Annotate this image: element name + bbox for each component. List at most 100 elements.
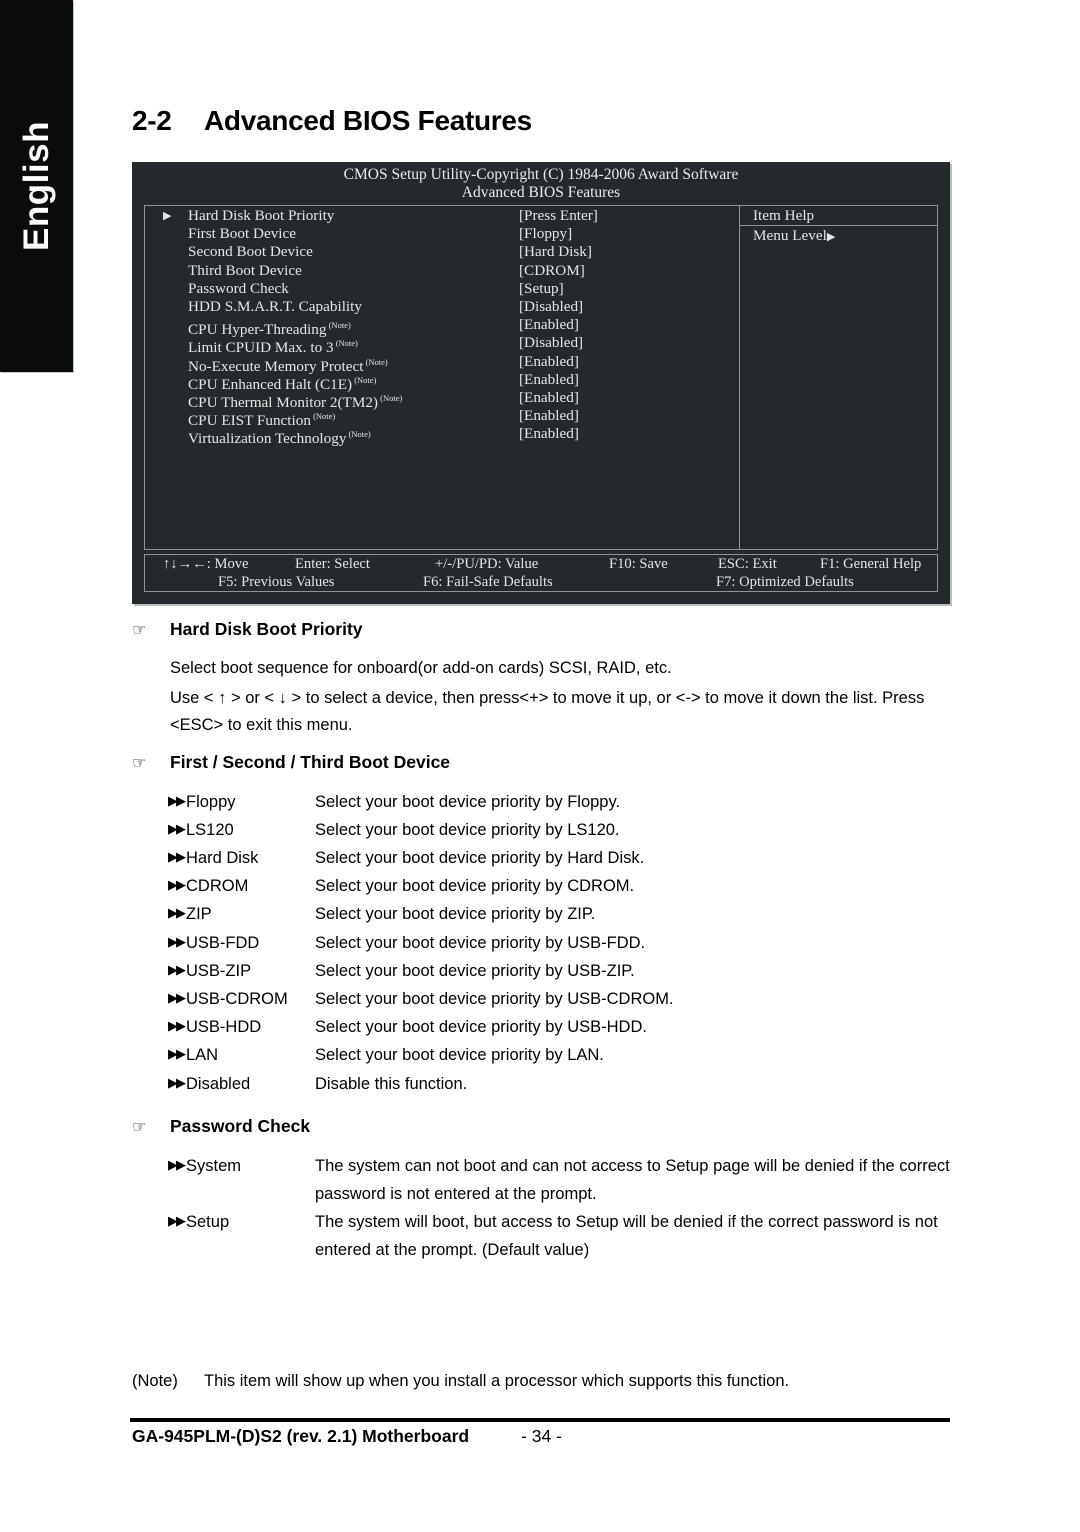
bios-setting-row[interactable]: No-Execute Memory Protect (Note) [Enabled…: [145, 353, 739, 375]
bios-setting-value[interactable]: [Enabled]: [519, 425, 579, 443]
bios-setting-label: Third Boot Device: [188, 261, 302, 279]
option-description: Select your boot device priority by CDRO…: [315, 877, 635, 896]
bios-setting-row[interactable]: Virtualization Technology (Note) [Enabled…: [145, 425, 739, 447]
key-legend-item: ↑↓→←: Move: [163, 556, 249, 572]
bios-setting-value[interactable]: [Setup]: [519, 280, 564, 298]
option-description: The system can not boot and can not acce…: [315, 1156, 950, 1203]
key-legend-line-1: ↑↓→←: Move Enter: Select +/-/PU/PD: Value F…: [145, 555, 937, 573]
pointing-hand-icon: ☞: [132, 620, 147, 639]
option-description: Select your boot device priority by Flop…: [315, 792, 621, 811]
section-heading: ☞ Hard Disk Boot Priority: [132, 619, 363, 640]
option-description: Select your boot device priority by LS12…: [315, 820, 620, 839]
note-superscript: (Note): [363, 356, 388, 367]
key-legend-item: +/-/PU/PD: Value: [435, 556, 539, 572]
option-name: System: [186, 1156, 242, 1175]
double-arrow-bullet-icon: ▶▶: [168, 1214, 186, 1230]
bios-key-legend: ↑↓→←: Move Enter: Select +/-/PU/PD: Value F…: [144, 554, 938, 592]
double-arrow-bullet-icon: ▶▶: [168, 1047, 186, 1063]
bios-setting-value[interactable]: [Enabled]: [519, 316, 579, 334]
menu-level-row: Menu Level▶: [740, 226, 937, 247]
option-description: Select your boot device priority by ZIP.: [315, 905, 596, 924]
double-arrow-bullet-icon: ▶▶: [168, 906, 186, 922]
section-heading: ☞ First / Second / Third Boot Device: [132, 752, 450, 773]
bios-setting-value[interactable]: [Disabled]: [519, 334, 583, 352]
bios-setting-value[interactable]: [Hard Disk]: [519, 243, 592, 261]
option-description: Select your boot device priority by USB-…: [315, 933, 646, 952]
bios-setting-row[interactable]: ▶ Hard Disk Boot Priority [Press Enter]: [145, 207, 739, 225]
option-description: Disable this function.: [315, 1074, 468, 1093]
language-tab-label: English: [16, 121, 56, 251]
section-heading-text: First / Second / Third Boot Device: [170, 751, 451, 772]
bios-setup-screenshot: CMOS Setup Utility-Copyright (C) 1984-20…: [132, 162, 950, 604]
body-paragraph: Use < ↑ > or < ↓ > to select a device, t…: [170, 688, 925, 735]
bios-rows-container: ▶ Hard Disk Boot Priority [Press Enter] Fir…: [145, 206, 739, 447]
section-heading: ☞ Password Check: [132, 1116, 310, 1137]
page-footer: GA-945PLM-(D)S2 (rev. 2.1) Motherboard - …: [132, 1426, 562, 1447]
bios-utility-title: CMOS Setup Utility-Copyright (C) 1984-20…: [343, 166, 739, 183]
item-help-title: Item Help: [740, 206, 937, 226]
option-name: LAN: [186, 1046, 219, 1065]
bios-setting-row[interactable]: Limit CPUID Max. to 3 (Note) [Disabled]: [145, 334, 739, 356]
option-name: Hard Disk: [186, 848, 259, 867]
bios-setting-row[interactable]: CPU Enhanced Halt (C1E) (Note) [Enabled]: [145, 371, 739, 393]
double-arrow-bullet-icon: ▶▶: [168, 1157, 186, 1173]
bios-setting-value[interactable]: [Enabled]: [519, 407, 579, 425]
bios-setting-row[interactable]: Third Boot Device [CDROM]: [145, 262, 739, 280]
bios-main-panel: ▶ Hard Disk Boot Priority [Press Enter] Fir…: [144, 205, 938, 550]
bios-item-help-panel: Item Help Menu Level▶: [740, 206, 937, 549]
note-superscript: (Note): [310, 411, 336, 422]
note-superscript: (Note): [352, 374, 377, 385]
option-description: Select your boot device priority by USB-…: [315, 989, 674, 1008]
option-name: Setup: [186, 1213, 230, 1232]
bios-setting-value[interactable]: [Enabled]: [519, 353, 579, 371]
bios-setting-row[interactable]: CPU EIST Function (Note) [Enabled]: [145, 407, 739, 429]
double-arrow-bullet-icon: ▶▶: [168, 990, 186, 1006]
double-arrow-bullet-icon: ▶▶: [168, 934, 186, 950]
double-arrow-bullet-icon: ▶▶: [168, 962, 186, 978]
option-name: Disabled: [186, 1074, 251, 1093]
bios-setting-label: HDD S.M.A.R.T. Capability: [188, 297, 362, 315]
section-title: Advanced BIOS Features: [204, 105, 532, 136]
section-heading-text: Password Check: [170, 1115, 311, 1136]
note-superscript: (Note): [346, 429, 371, 440]
note-superscript: (Note): [326, 320, 351, 331]
bios-setting-value[interactable]: [Press Enter]: [519, 207, 598, 225]
bios-setting-row[interactable]: HDD S.M.A.R.T. Capability [Disabled]: [145, 298, 739, 316]
footnote-tag: (Note): [132, 1372, 178, 1390]
bios-setting-row[interactable]: Password Check [Setup]: [145, 280, 739, 298]
double-arrow-bullet-icon: ▶▶: [168, 878, 186, 894]
option-description: Select your boot device priority by USB-…: [315, 1018, 647, 1037]
bios-setting-row[interactable]: Second Boot Device [Hard Disk]: [145, 243, 739, 261]
menu-level-arrow-icon: ▶: [826, 231, 836, 243]
double-arrow-bullet-icon: ▶▶: [168, 1075, 186, 1091]
bios-setting-value[interactable]: [CDROM]: [519, 262, 585, 280]
option-name: USB-ZIP: [186, 961, 252, 980]
bios-settings-list: ▶ Hard Disk Boot Priority [Press Enter] Fir…: [145, 206, 740, 549]
bios-setting-value[interactable]: [Enabled]: [519, 371, 579, 389]
pointing-hand-icon: ☞: [132, 1116, 147, 1136]
option-name: USB-FDD: [186, 933, 260, 952]
section-heading-text: Hard Disk Boot Priority: [170, 619, 363, 639]
double-arrow-bullet-icon: ▶▶: [168, 793, 186, 809]
option-description: Select your boot device priority by Hard…: [315, 848, 645, 867]
bios-setting-value[interactable]: [Floppy]: [519, 225, 572, 243]
bios-setting-label: Virtualization Technology (Note): [188, 429, 371, 448]
bios-setting-row[interactable]: First Boot Device [Floppy]: [145, 225, 739, 243]
footnote-text: This item will show up when you install …: [204, 1372, 790, 1390]
footer-product-name: GA-945PLM-(D)S2 (rev. 2.1) Motherboard: [132, 1426, 470, 1446]
bios-setting-row[interactable]: CPU Hyper-Threading (Note) [Enabled]: [145, 316, 739, 338]
bios-setting-row[interactable]: CPU Thermal Monitor 2(TM2) (Note) [Enable…: [145, 389, 739, 411]
option-name: Floppy: [186, 792, 236, 811]
submenu-arrow-icon: ▶: [163, 210, 172, 222]
key-legend-item: F7: Optimized Defaults: [716, 574, 854, 590]
pointing-hand-icon: ☞: [132, 752, 147, 772]
key-legend-item: ESC: Exit: [718, 556, 777, 572]
note-superscript: (Note): [333, 338, 358, 349]
bios-setting-value[interactable]: [Enabled]: [519, 389, 579, 407]
menu-level-label: Menu Level: [753, 227, 827, 244]
option-description: Select your boot device priority by LAN.: [315, 1046, 604, 1065]
bios-setting-label: First Boot Device: [188, 225, 296, 243]
note-superscript: (Note): [377, 392, 403, 403]
option-description: The system will boot, but access to Setu…: [315, 1213, 938, 1260]
bios-setting-value[interactable]: [Disabled]: [519, 298, 583, 316]
